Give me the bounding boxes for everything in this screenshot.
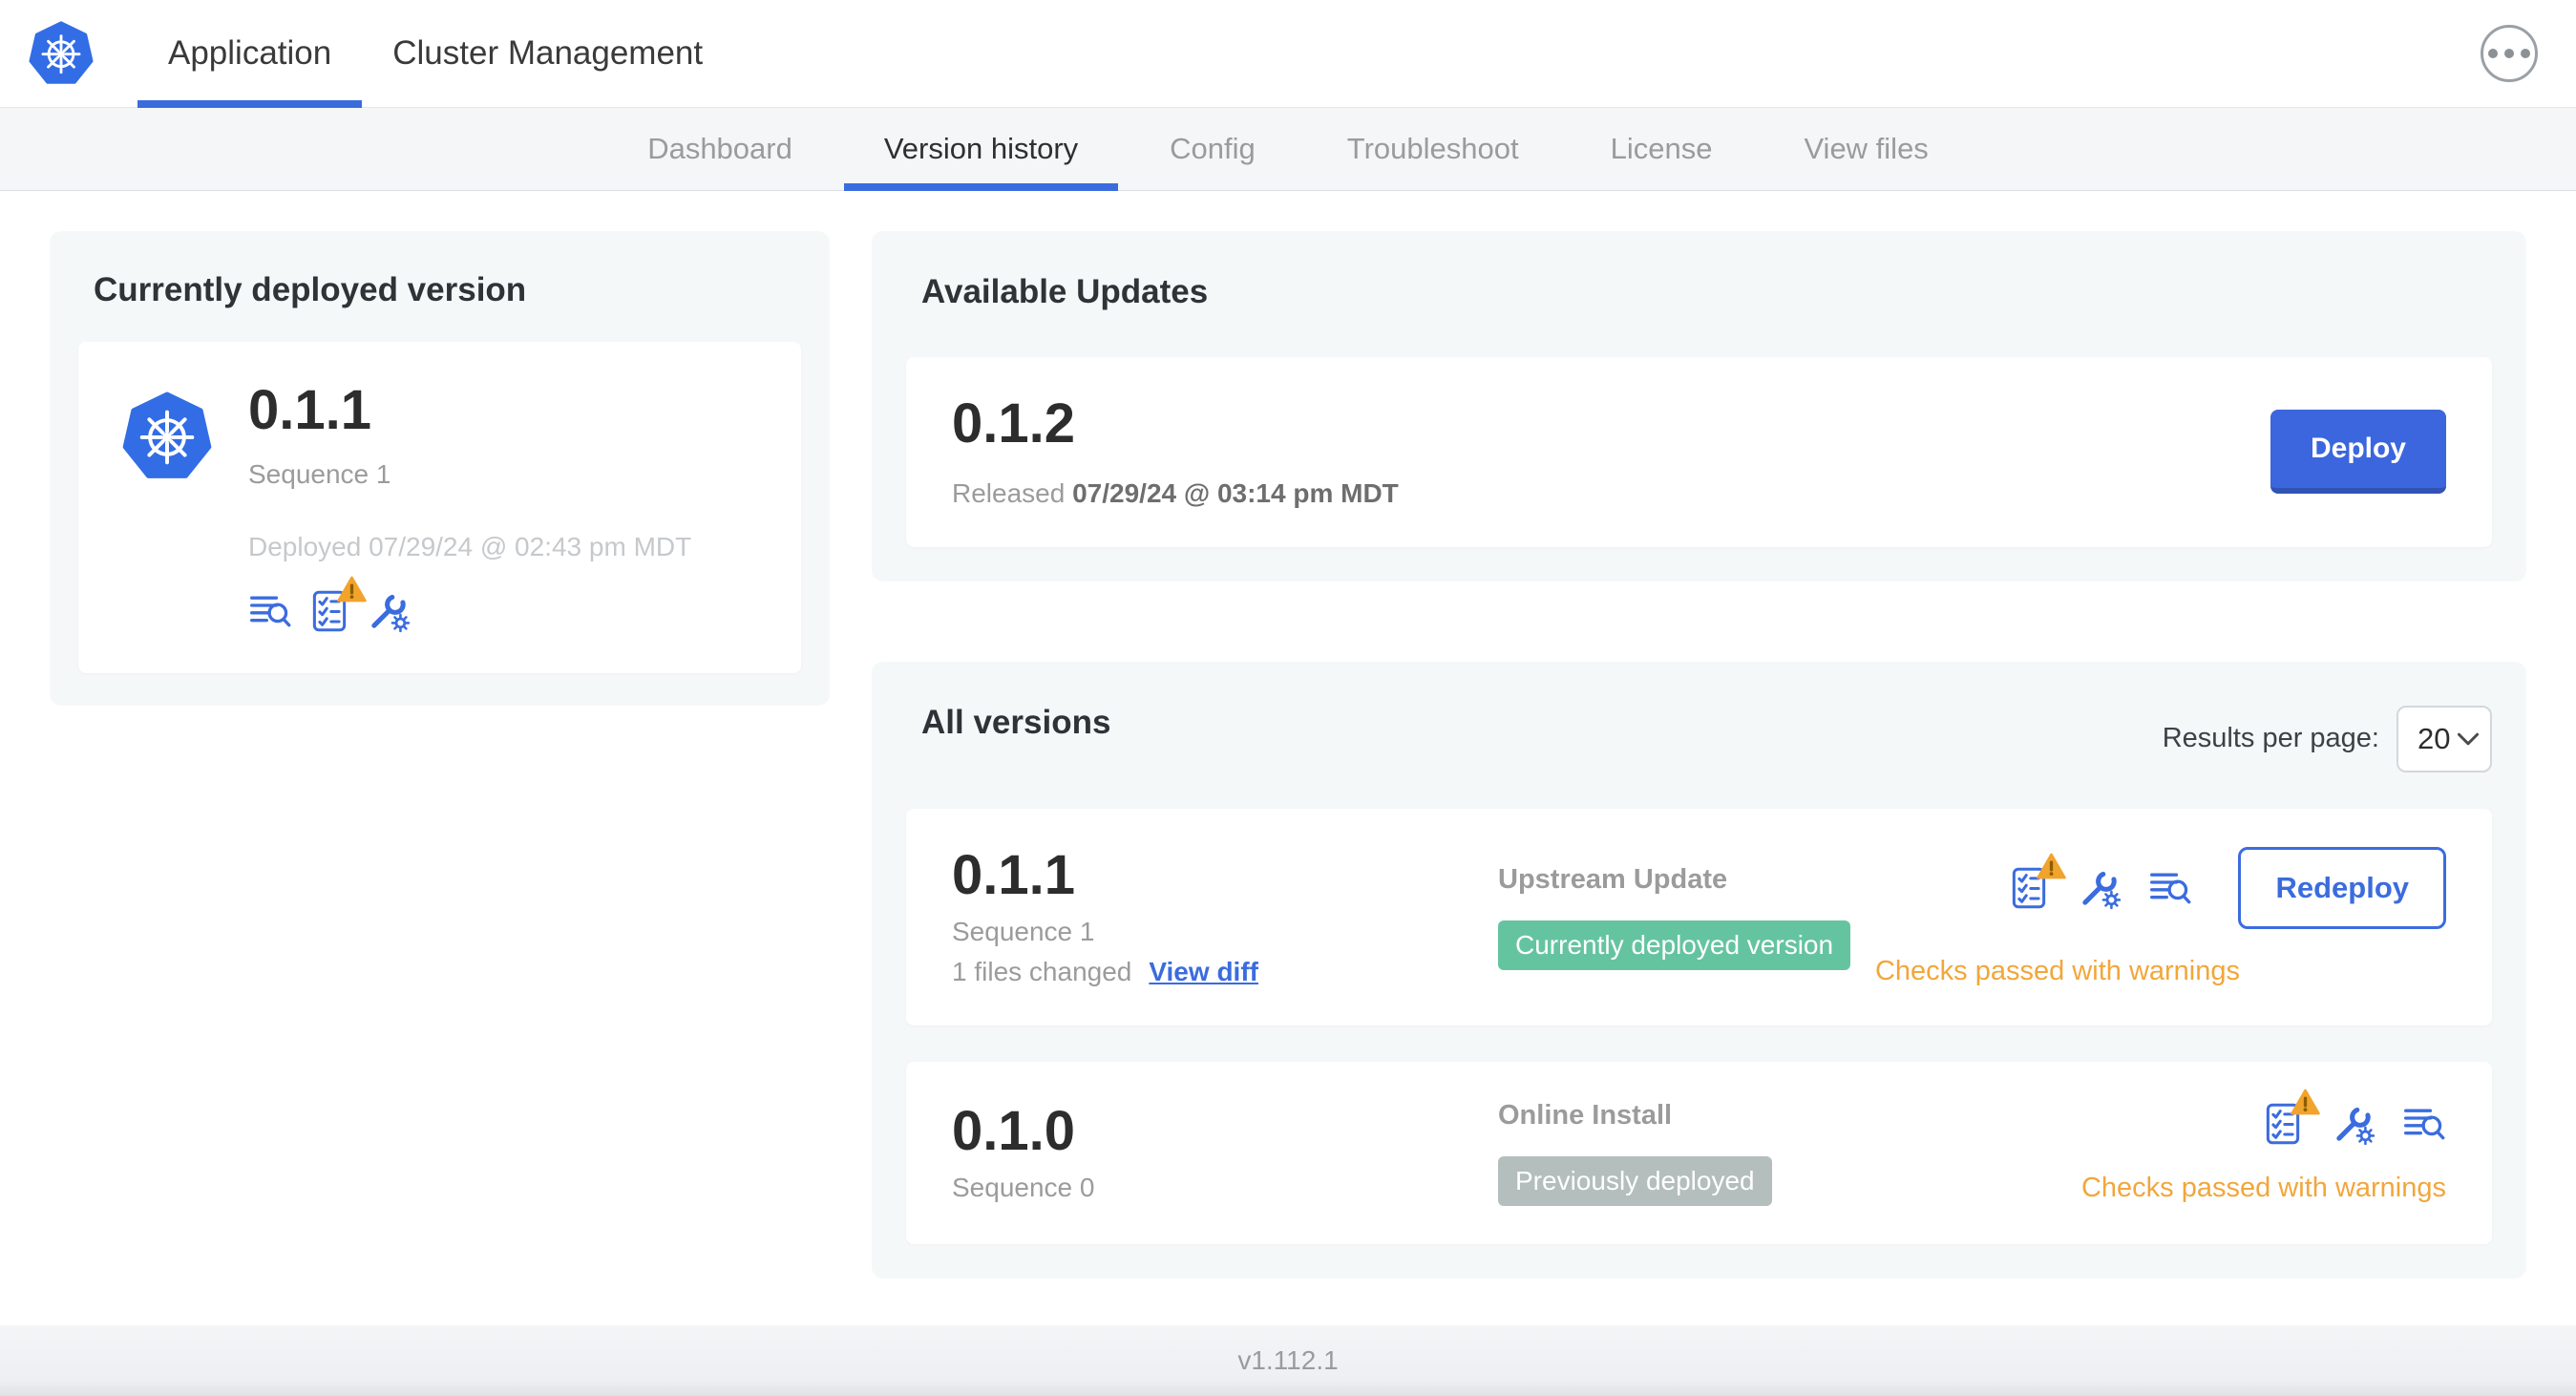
results-per-page-select[interactable]: 20 <box>2397 705 2492 772</box>
top-nav: Application Cluster Management <box>0 0 2576 108</box>
deploy-button[interactable]: Deploy <box>2270 410 2446 495</box>
warning-icon <box>2291 1089 2320 1115</box>
current-version-number: 0.1.1 <box>248 379 371 441</box>
results-per-page: Results per page: 20 <box>2162 705 2492 772</box>
subnav-troubleshoot[interactable]: Troubleshoot <box>1301 108 1565 190</box>
version-actions: Redeploy Checks passed with warnings <box>1874 846 2446 987</box>
source-label: Upstream Update <box>1498 863 1728 895</box>
warning-icon <box>337 576 367 603</box>
kubernetes-app-icon <box>122 388 212 485</box>
subnav-version-history[interactable]: Version history <box>838 108 1124 191</box>
view-logs-icon[interactable] <box>248 589 292 633</box>
tab-application[interactable]: Application <box>137 0 363 108</box>
checks-status: Checks passed with warnings <box>1874 955 2240 986</box>
results-per-page-select-wrap: 20 <box>2397 705 2492 772</box>
version-info: 0.1.0 Sequence 0 <box>952 1099 1498 1203</box>
right-column: Available Updates 0.1.2 Released 07/29/2… <box>872 231 2526 1279</box>
warning-icon <box>2037 853 2066 879</box>
config-icon[interactable] <box>2332 1102 2375 1146</box>
view-diff-link[interactable]: View diff <box>1149 957 1258 987</box>
top-tabs: Application Cluster Management <box>137 0 733 108</box>
available-updates-title: Available Updates <box>921 273 1209 310</box>
status-badge: Currently deployed version <box>1498 920 1851 970</box>
version-actions: Checks passed with warnings <box>2081 1102 2446 1204</box>
ellipsis-icon <box>2488 49 2498 58</box>
all-versions-title: All versions <box>921 703 1111 741</box>
current-version-deployed-date: Deployed 07/29/24 @ 02:43 pm MDT <box>248 531 692 561</box>
currently-deployed-title: Currently deployed version <box>94 271 527 308</box>
preflight-checks-icon[interactable] <box>2261 1102 2305 1146</box>
row-version-number: 0.1.1 <box>952 843 1075 906</box>
subnav-config[interactable]: Config <box>1124 108 1301 190</box>
update-released-line: Released 07/29/24 @ 03:14 pm MDT <box>952 478 1399 509</box>
tab-cluster-management[interactable]: Cluster Management <box>362 0 733 107</box>
row-sequence: Sequence 1 <box>952 916 1095 946</box>
tab-application-label: Application <box>168 34 332 72</box>
current-version-sequence: Sequence 1 <box>248 458 391 489</box>
version-row-0-1-0: 0.1.0 Sequence 0 Online Install Previous… <box>906 1061 2492 1244</box>
preflight-checks-icon[interactable] <box>307 589 351 633</box>
released-label: Released <box>952 477 1066 508</box>
update-version-number: 0.1.2 <box>952 392 1075 455</box>
available-update-row: 0.1.2 Released 07/29/24 @ 03:14 pm MDT D… <box>906 357 2492 547</box>
row-version-number: 0.1.0 <box>952 1099 1075 1162</box>
version-info: 0.1.1 Sequence 1 1 files changed View di… <box>952 843 1498 987</box>
checks-status: Checks passed with warnings <box>2080 1172 2446 1203</box>
all-versions-header: All versions Results per page: 20 <box>906 690 2492 772</box>
files-changed: 1 files changed <box>952 956 1132 986</box>
kubernetes-logo-icon <box>29 18 94 89</box>
view-logs-icon[interactable] <box>2148 866 2192 910</box>
available-updates-card: Available Updates 0.1.2 Released 07/29/2… <box>872 231 2526 582</box>
status-badge: Previously deployed <box>1498 1155 1772 1206</box>
preflight-checks-icon[interactable] <box>2007 866 2051 910</box>
version-row-0-1-1: 0.1.1 Sequence 1 1 files changed View di… <box>906 808 2492 1026</box>
view-logs-icon[interactable] <box>2402 1102 2446 1146</box>
currently-deployed-card: Currently deployed version 0.1.1 Sequenc… <box>50 231 830 706</box>
main-content: Currently deployed version 0.1.1 Sequenc… <box>0 191 2576 1325</box>
redeploy-button[interactable]: Redeploy <box>2238 846 2446 929</box>
config-icon[interactable] <box>367 589 411 633</box>
subnav-view-files[interactable]: View files <box>1758 108 1974 190</box>
app-subnav: Dashboard Version history Config Trouble… <box>0 108 2576 191</box>
version-source: Online Install Previously deployed <box>1498 1100 2081 1206</box>
subnav-dashboard[interactable]: Dashboard <box>602 108 838 190</box>
results-per-page-label: Results per page: <box>2162 723 2379 754</box>
released-date: 07/29/24 @ 03:14 pm MDT <box>1072 477 1399 508</box>
source-label: Online Install <box>1498 1099 1673 1131</box>
config-icon[interactable] <box>2078 866 2122 910</box>
version-source: Upstream Update Currently deployed versi… <box>1498 864 1875 970</box>
all-versions-card: All versions Results per page: 20 0.1.1 … <box>872 661 2526 1279</box>
current-version-actions <box>248 589 691 633</box>
footer: v1.112.1 <box>0 1325 2576 1396</box>
console-version: v1.112.1 <box>1237 1345 1339 1375</box>
more-menu-button[interactable] <box>2481 25 2538 82</box>
admin-console: Application Cluster Management Dashboard… <box>0 0 2576 1396</box>
currently-deployed-version-panel: 0.1.1 Sequence 1 Deployed 07/29/24 @ 02:… <box>78 342 801 673</box>
row-sequence: Sequence 0 <box>952 1172 1095 1202</box>
tab-cluster-management-label: Cluster Management <box>392 34 704 72</box>
subnav-license[interactable]: License <box>1565 108 1759 190</box>
